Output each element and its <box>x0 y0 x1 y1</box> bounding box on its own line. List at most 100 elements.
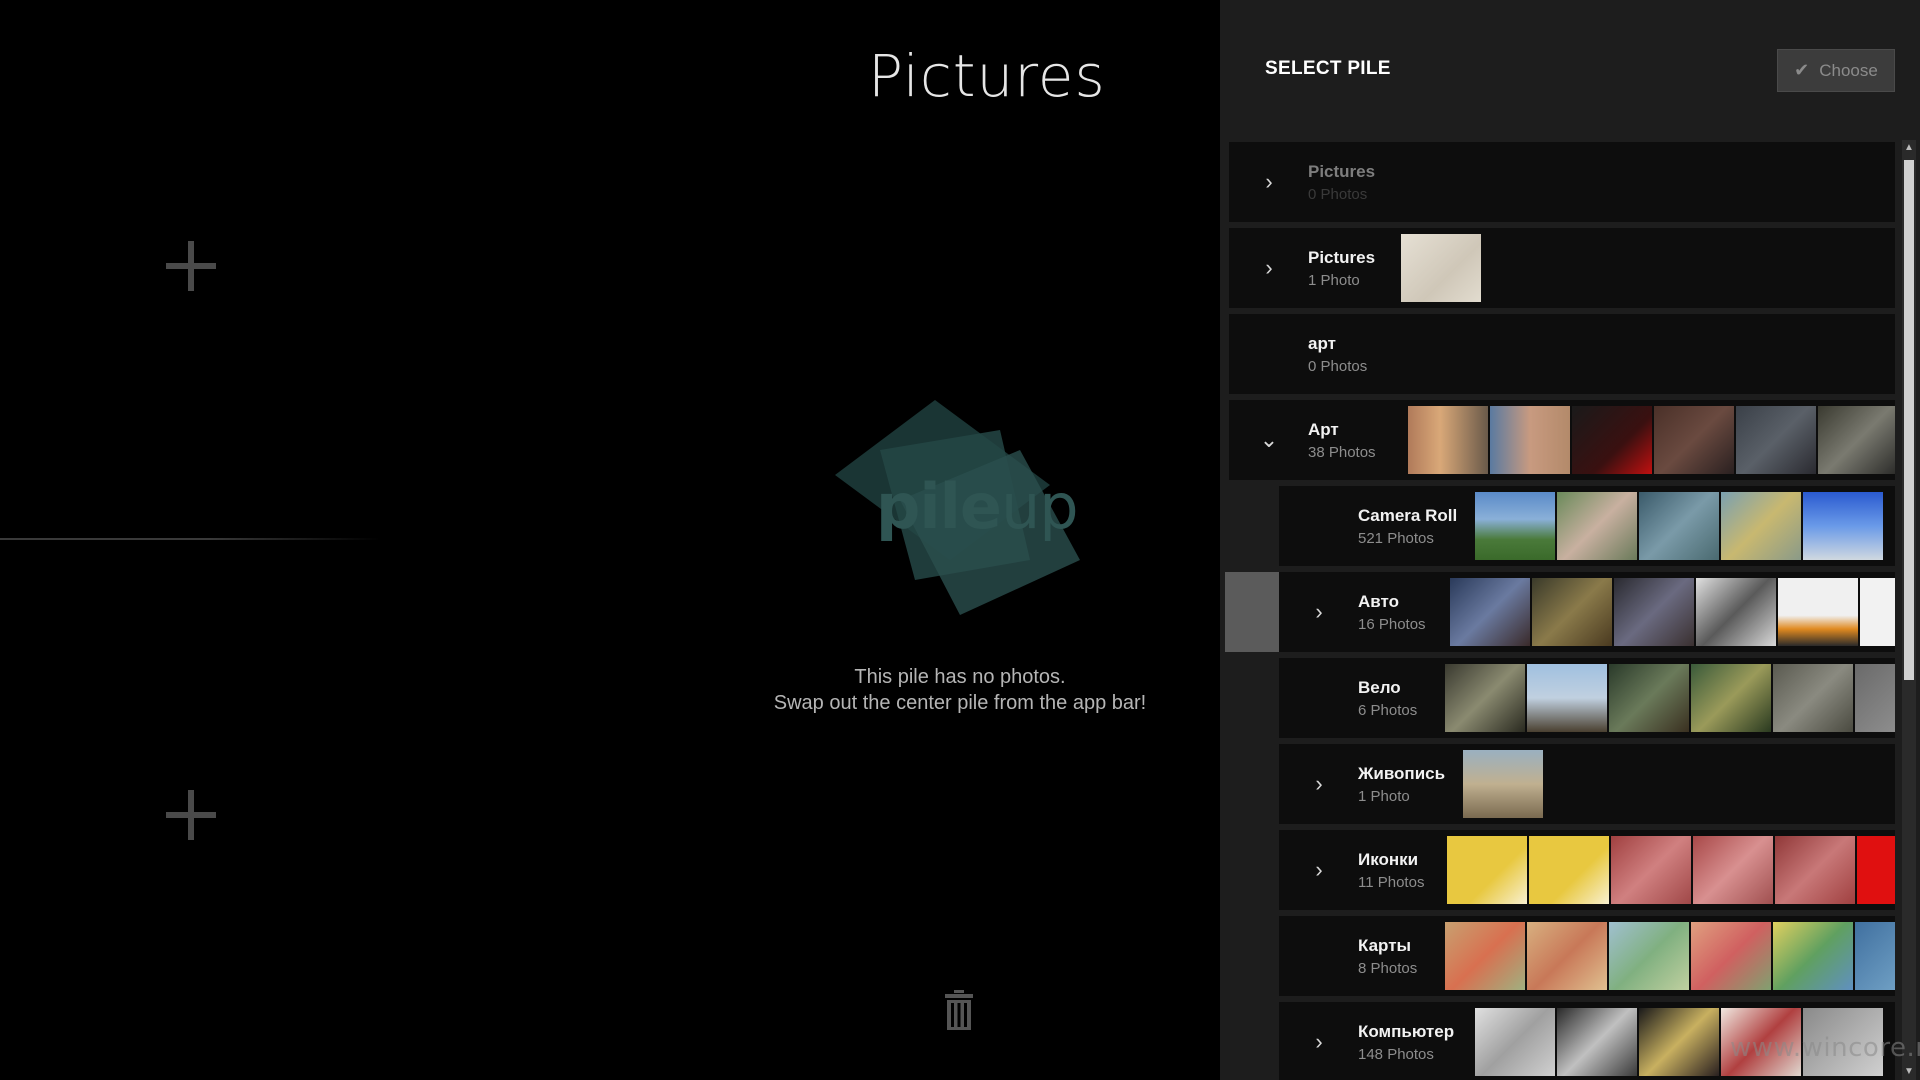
pile-row[interactable]: › Иконки 11 Photos <box>1279 830 1895 910</box>
watermark: www.wincore.ru <box>1730 1033 1920 1063</box>
photo-thumbnail <box>1450 578 1530 646</box>
photo-thumbnail <box>1773 664 1853 732</box>
pile-view: Pictures pileup This pile has no photos.… <box>0 0 1220 1080</box>
pile-count: 6 Photos <box>1358 702 1418 719</box>
photo-thumbnail <box>1572 406 1652 474</box>
pile-row[interactable]: ⌄ Арт 38 Photos <box>1229 400 1895 480</box>
photo-thumbnail <box>1401 234 1481 302</box>
panel-title: SELECT PILE <box>1265 58 1391 79</box>
pile-thumbnails <box>1401 234 1481 302</box>
scroll-thumb[interactable] <box>1904 160 1914 680</box>
photo-thumbnail <box>1721 492 1801 560</box>
photo-thumbnail <box>1529 836 1609 904</box>
photo-thumbnail <box>1803 492 1883 560</box>
empty-pile-message: This pile has no photos. Swap out the ce… <box>700 664 1220 716</box>
chevron-right-icon[interactable]: › <box>1309 601 1329 623</box>
scrollbar[interactable]: ▲ ▼ <box>1902 140 1916 1080</box>
pile-thumbnails <box>1475 492 1883 560</box>
pile-name: Иконки <box>1358 850 1419 869</box>
pile-count: 148 Photos <box>1358 1046 1434 1063</box>
photo-thumbnail <box>1639 492 1719 560</box>
empty-message-line1: This pile has no photos. <box>854 666 1066 688</box>
trash-icon[interactable] <box>944 990 974 1030</box>
pile-thumbnails <box>1445 664 1895 732</box>
pile-name: Живопись <box>1358 764 1446 783</box>
choose-label: Choose <box>1819 60 1878 80</box>
photo-thumbnail <box>1447 836 1527 904</box>
photo-thumbnail <box>1736 406 1816 474</box>
photo-thumbnail <box>1855 922 1895 990</box>
pile-row[interactable]: Вело 6 Photos <box>1279 658 1895 738</box>
add-pile-top-icon[interactable] <box>166 241 216 291</box>
checkmark-icon: ✔ <box>1794 60 1810 80</box>
divider <box>0 538 380 540</box>
chevron-down-icon[interactable]: ⌄ <box>1259 429 1279 451</box>
photo-thumbnail <box>1773 922 1853 990</box>
pile-name: Вело <box>1358 678 1401 697</box>
page-title: Pictures <box>868 42 1106 110</box>
pile-name: Арт <box>1308 420 1339 439</box>
photo-thumbnail <box>1693 836 1773 904</box>
scroll-up-icon[interactable]: ▲ <box>1902 140 1916 156</box>
photo-thumbnail <box>1639 1008 1719 1076</box>
pile-row[interactable]: › Pictures 0 Photos <box>1229 142 1895 222</box>
pile-thumbnails <box>1450 578 1895 646</box>
photo-thumbnail <box>1696 578 1776 646</box>
photo-thumbnail <box>1463 750 1543 818</box>
photo-thumbnail <box>1490 406 1570 474</box>
pile-count: 8 Photos <box>1358 960 1418 977</box>
photo-thumbnail <box>1857 836 1895 904</box>
pile-row[interactable]: Карты 8 Photos <box>1279 916 1895 996</box>
pile-thumbnails <box>1445 922 1895 990</box>
photo-thumbnail <box>1614 578 1694 646</box>
pile-count: 16 Photos <box>1358 616 1426 633</box>
pile-name: арт <box>1308 334 1336 353</box>
pile-row[interactable]: › Живопись 1 Photo <box>1279 744 1895 824</box>
pile-list[interactable]: › Pictures 0 Photos › Pictures 1 Photo а… <box>1220 140 1900 1080</box>
pile-name: Карты <box>1358 936 1412 955</box>
photo-thumbnail <box>1527 664 1607 732</box>
pile-count: 0 Photos <box>1308 358 1368 375</box>
pile-name: Camera Roll <box>1358 506 1458 525</box>
photo-thumbnail <box>1475 492 1555 560</box>
pile-thumbnails <box>1463 750 1543 818</box>
chevron-right-icon[interactable]: › <box>1259 257 1279 279</box>
pile-row[interactable]: арт 0 Photos <box>1229 314 1895 394</box>
pile-count: 0 Photos <box>1308 186 1368 203</box>
pile-thumbnails <box>1408 406 1895 474</box>
scroll-down-icon[interactable]: ▼ <box>1902 1064 1916 1080</box>
select-pile-panel: SELECT PILE ✔ Choose › Pictures 0 Photos… <box>1220 0 1920 1080</box>
photo-thumbnail <box>1691 922 1771 990</box>
pile-name: Авто <box>1358 592 1399 611</box>
pile-name: Pictures <box>1308 248 1376 267</box>
pile-count: 1 Photo <box>1358 788 1410 805</box>
chevron-right-icon[interactable]: › <box>1309 859 1329 881</box>
pileup-logo-text: pileup <box>876 470 1079 543</box>
photo-thumbnail <box>1557 492 1637 560</box>
photo-thumbnail <box>1445 664 1525 732</box>
pile-thumbnails <box>1447 836 1895 904</box>
photo-thumbnail <box>1818 406 1895 474</box>
pile-count: 38 Photos <box>1308 444 1376 461</box>
chevron-right-icon[interactable]: › <box>1259 171 1279 193</box>
photo-thumbnail <box>1654 406 1734 474</box>
pile-name: Pictures <box>1308 162 1376 181</box>
choose-button[interactable]: ✔ Choose <box>1777 49 1895 92</box>
photo-thumbnail <box>1532 578 1612 646</box>
chevron-right-icon[interactable]: › <box>1309 773 1329 795</box>
photo-thumbnail <box>1475 1008 1555 1076</box>
pile-row[interactable]: Camera Roll 521 Photos <box>1279 486 1895 566</box>
pile-count: 1 Photo <box>1308 272 1360 289</box>
pile-count: 11 Photos <box>1358 874 1425 891</box>
photo-thumbnail <box>1557 1008 1637 1076</box>
pile-count: 521 Photos <box>1358 530 1434 547</box>
pile-row[interactable]: › Авто 16 Photos <box>1279 572 1895 652</box>
photo-thumbnail <box>1609 664 1689 732</box>
photo-thumbnail <box>1408 406 1488 474</box>
pile-row[interactable]: › Pictures 1 Photo <box>1229 228 1895 308</box>
photo-thumbnail <box>1611 836 1691 904</box>
photo-thumbnail <box>1445 922 1525 990</box>
photo-thumbnail <box>1691 664 1771 732</box>
add-pile-bottom-icon[interactable] <box>166 790 216 840</box>
chevron-right-icon[interactable]: › <box>1309 1031 1329 1053</box>
